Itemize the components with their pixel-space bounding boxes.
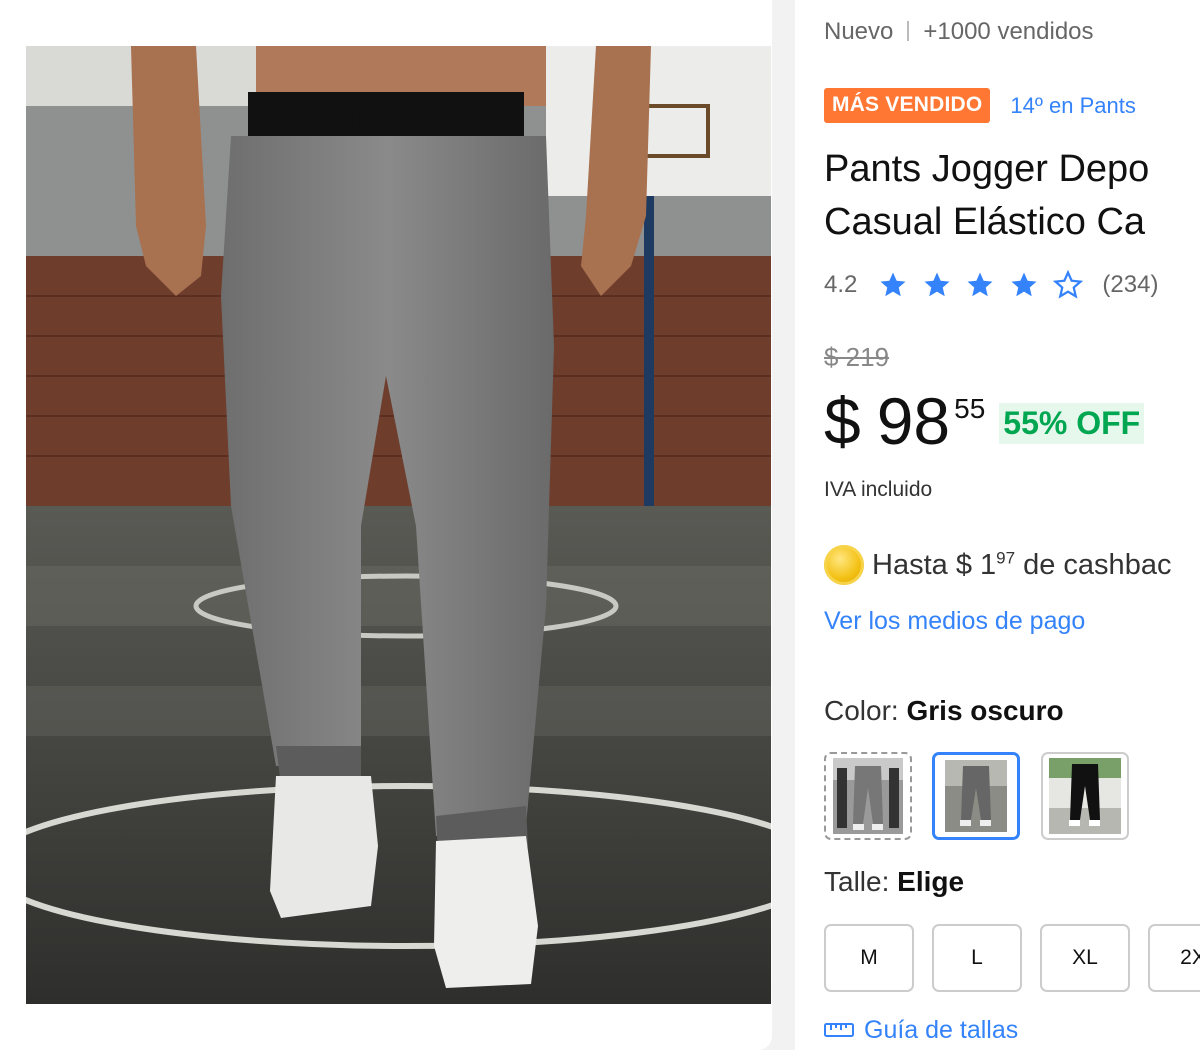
ruler-icon xyxy=(824,1023,854,1038)
size-selected-value: Elige xyxy=(897,866,965,897)
price-currency: $ xyxy=(824,384,861,458)
color-label-text: Color: xyxy=(824,695,899,726)
payment-methods-link[interactable]: Ver los medios de pago xyxy=(824,607,1085,636)
jogger-thumb-black xyxy=(1048,758,1121,834)
size-option-2x[interactable]: 2X xyxy=(1148,924,1200,992)
gallery-panel xyxy=(0,0,795,1050)
cashback-prefix: Hasta $ 1 xyxy=(872,548,997,581)
current-price: $98 55 55% OFF xyxy=(824,383,1145,459)
category-rank-link[interactable]: 14º en Pants xyxy=(1010,93,1135,119)
size-option-l[interactable]: L xyxy=(932,924,1022,992)
star-full-icon xyxy=(924,272,950,297)
color-swatch-black[interactable] xyxy=(1040,752,1129,840)
size-guide-link[interactable]: Guía de tallas xyxy=(824,1015,1018,1045)
rating-row[interactable]: 4.2 (234) xyxy=(824,269,1158,300)
cashback-suffix: de cashbac xyxy=(1015,548,1172,581)
color-swatch-gray[interactable] xyxy=(932,752,1021,840)
review-count[interactable]: (234) xyxy=(1102,271,1158,298)
product-title: Pants Jogger Depo Casual Elástico Ca xyxy=(824,148,1150,243)
color-label: Color: Gris oscuro xyxy=(824,695,1064,727)
badge-row: MÁS VENDIDO 14º en Pants xyxy=(824,88,1136,123)
gallery-card xyxy=(0,0,772,1050)
condition-line: Nuevo +1000 vendidos xyxy=(824,18,1094,46)
main-product-image[interactable] xyxy=(26,46,771,1004)
jogger-thumb-gray xyxy=(945,760,1008,832)
color-selected-value: Gris oscuro xyxy=(906,695,1064,726)
product-info-panel: Nuevo +1000 vendidos MÁS VENDIDO 14º en Pa… xyxy=(824,0,1200,1050)
discount-badge: 55% OFF xyxy=(999,403,1145,444)
jogger-thumb-gray-gym xyxy=(833,758,903,834)
size-options: M L XL 2X xyxy=(824,924,1200,992)
star-full-icon xyxy=(880,272,906,297)
cashback-text: Hasta $ 197 de cashbac xyxy=(872,548,1172,581)
best-seller-badge: MÁS VENDIDO xyxy=(824,88,991,123)
size-label-text: Talle: xyxy=(824,866,890,897)
size-option-m[interactable]: M xyxy=(824,924,914,992)
original-price: $ 219 xyxy=(824,342,890,372)
separator xyxy=(907,21,910,41)
price-integer: 98 xyxy=(876,384,951,458)
color-swatches xyxy=(824,752,1145,840)
sold-count: +1000 vendidos xyxy=(923,18,1094,45)
size-label: Talle: Elige xyxy=(824,866,964,898)
jogger-photo xyxy=(26,46,771,1004)
coin-icon xyxy=(824,545,864,585)
size-option-xl[interactable]: XL xyxy=(1040,924,1130,992)
star-full-icon xyxy=(1011,272,1037,297)
rating-stars xyxy=(878,269,1090,300)
cashback-row: Hasta $ 197 de cashbac xyxy=(824,545,1171,585)
size-guide-text: Guía de tallas xyxy=(864,1015,1019,1044)
tax-note: IVA incluido xyxy=(824,478,933,501)
star-empty-icon xyxy=(1052,269,1083,299)
color-swatch-gym-gray[interactable] xyxy=(824,752,912,840)
condition-text: Nuevo xyxy=(824,18,894,45)
cashback-cents: 97 xyxy=(996,548,1016,568)
rating-value: 4.2 xyxy=(824,271,858,298)
price-cents: 55 xyxy=(954,393,986,424)
star-full-icon xyxy=(967,272,993,297)
